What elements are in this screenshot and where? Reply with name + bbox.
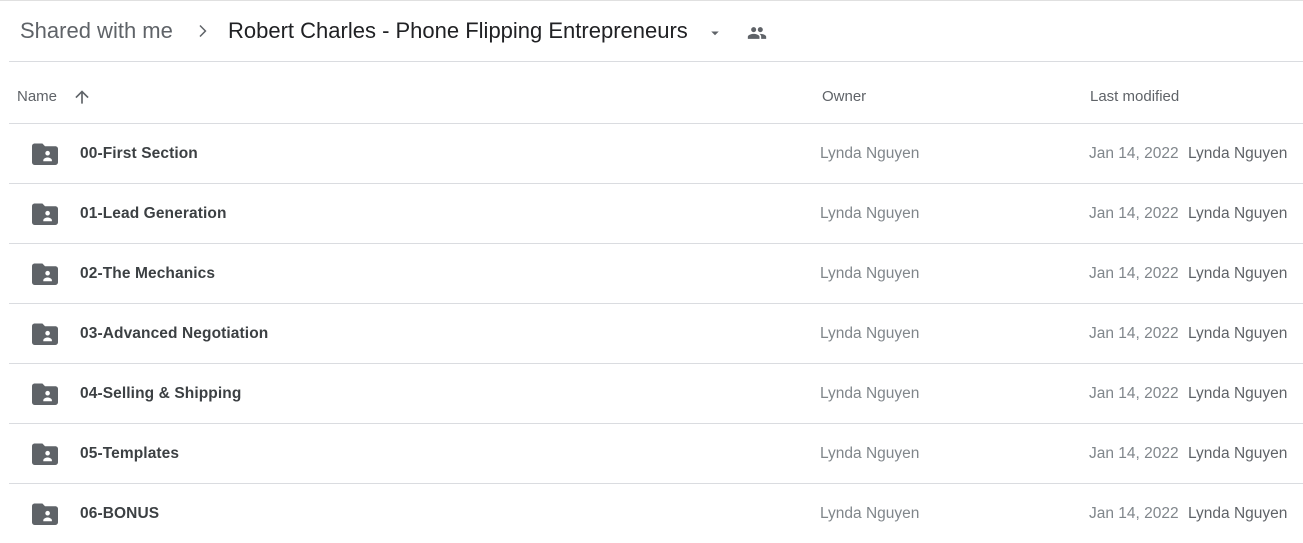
file-owner: Lynda Nguyen [820,145,920,162]
arrow-up-icon[interactable] [72,87,92,107]
file-modified-by: Lynda Nguyen [1188,445,1288,462]
file-modified-date: Jan 14, 2022 [1089,205,1179,222]
shared-folder-icon [32,263,58,285]
file-modified-date: Jan 14, 2022 [1089,265,1179,282]
table-row[interactable]: 03-Advanced Negotiation Lynda Nguyen Jan… [9,303,1303,363]
shared-folder-icon [32,383,58,405]
file-owner: Lynda Nguyen [820,445,920,462]
file-modified-by: Lynda Nguyen [1188,505,1288,522]
file-modified-date: Jan 14, 2022 [1089,145,1179,162]
breadcrumb-root-shared-with-me[interactable]: Shared with me [20,17,173,45]
shared-folder-icon [32,443,58,465]
file-modified-date: Jan 14, 2022 [1089,325,1179,342]
table-row[interactable]: 01-Lead Generation Lynda Nguyen Jan 14, … [9,183,1303,243]
file-name: 04-Selling & Shipping [80,385,242,402]
shared-folder-icon [32,503,58,525]
arrow-drop-down-icon[interactable] [706,24,724,42]
file-owner: Lynda Nguyen [820,385,920,402]
column-header-last-modified[interactable]: Last modified [1090,62,1179,124]
file-modified-date: Jan 14, 2022 [1089,445,1179,462]
file-modified-by: Lynda Nguyen [1188,265,1288,282]
shared-folder-icon [32,323,58,345]
table-row[interactable]: 06-BONUS Lynda Nguyen Jan 14, 2022 Lynda… [9,483,1303,543]
chevron-right-icon [199,25,207,37]
file-modified-by: Lynda Nguyen [1188,325,1288,342]
file-owner: Lynda Nguyen [820,325,920,342]
shared-folder-icon [32,203,58,225]
table-row[interactable]: 00-First Section Lynda Nguyen Jan 14, 20… [9,123,1303,183]
shared-folder-icon [32,143,58,165]
table-row[interactable]: 02-The Mechanics Lynda Nguyen Jan 14, 20… [9,243,1303,303]
file-name: 01-Lead Generation [80,205,227,222]
file-owner: Lynda Nguyen [820,265,920,282]
file-modified-date: Jan 14, 2022 [1089,385,1179,402]
file-modified-by: Lynda Nguyen [1188,385,1288,402]
file-owner: Lynda Nguyen [820,505,920,522]
table-row[interactable]: 05-Templates Lynda Nguyen Jan 14, 2022 L… [9,423,1303,483]
file-modified-by: Lynda Nguyen [1188,205,1288,222]
file-modified-date: Jan 14, 2022 [1089,505,1179,522]
breadcrumb-current-folder[interactable]: Robert Charles - Phone Flipping Entrepre… [228,17,688,45]
file-name: 00-First Section [80,145,198,162]
people-icon[interactable] [745,23,769,43]
column-header-owner[interactable]: Owner [822,62,866,124]
table-row[interactable]: 04-Selling & Shipping Lynda Nguyen Jan 1… [9,363,1303,423]
file-owner: Lynda Nguyen [820,205,920,222]
file-name: 06-BONUS [80,505,160,522]
file-name: 02-The Mechanics [80,265,216,282]
file-modified-by: Lynda Nguyen [1188,145,1288,162]
column-header-name[interactable]: Name [17,62,57,124]
file-name: 03-Advanced Negotiation [80,325,269,342]
file-name: 05-Templates [80,445,180,462]
file-list: 00-First Section Lynda Nguyen Jan 14, 20… [9,123,1303,543]
